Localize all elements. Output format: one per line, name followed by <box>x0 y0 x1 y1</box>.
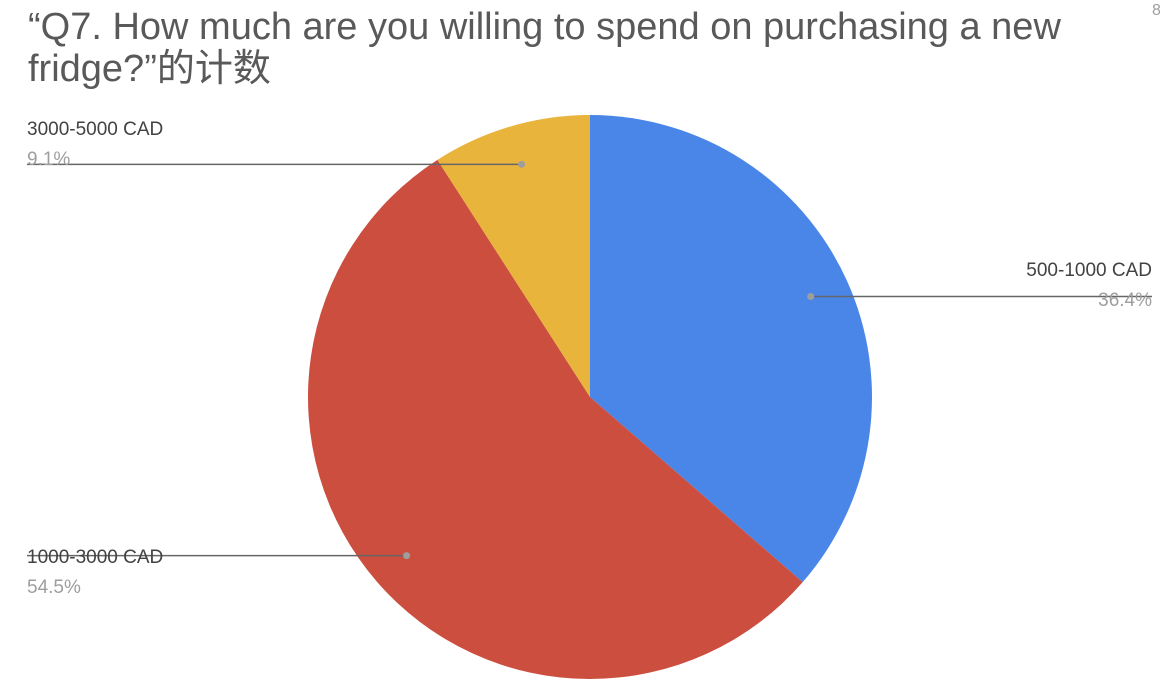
pie-slices <box>307 115 872 680</box>
slice-label-500-1000: 500-1000 CAD <box>1026 260 1152 281</box>
callout-dot <box>807 293 815 301</box>
slice-pct-3000-5000: 9.1% <box>27 149 70 170</box>
slice-pct-1000-3000: 54.5% <box>27 577 81 598</box>
callout-dot <box>403 552 411 560</box>
slice-label-1000-3000: 1000-3000 CAD <box>27 547 163 568</box>
slice-pct-500-1000: 36.4% <box>1098 290 1152 311</box>
slice-label-3000-5000: 3000-5000 CAD <box>27 119 163 140</box>
pie-chart: 500-1000 CAD 36.4% 1000-3000 CAD 54.5% 3… <box>27 115 1152 680</box>
callout-dot <box>518 160 526 168</box>
